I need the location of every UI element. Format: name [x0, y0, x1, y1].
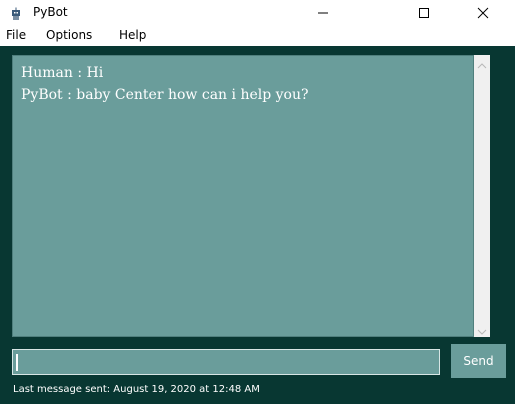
menu-file[interactable]: File — [6, 28, 26, 42]
menu-options[interactable]: Options — [46, 28, 92, 42]
chevron-up-icon — [477, 54, 487, 73]
scroll-down-button[interactable] — [474, 321, 490, 337]
menu-help[interactable]: Help — [119, 28, 146, 42]
minimize-icon — [317, 4, 329, 23]
chat-scrollbar[interactable] — [474, 55, 490, 337]
status-text: Last message sent: August 19, 2020 at 12… — [13, 384, 260, 395]
maximize-icon — [418, 4, 430, 23]
robot-icon — [9, 6, 23, 20]
close-button[interactable] — [460, 0, 506, 27]
chat-message-human: Human : Hi — [21, 65, 104, 81]
message-input[interactable] — [12, 349, 440, 375]
chat-log[interactable]: Human : Hi PyBot : baby Center how can i… — [12, 55, 474, 337]
close-icon — [477, 4, 489, 23]
minimize-button[interactable] — [300, 0, 346, 27]
scroll-up-button[interactable] — [474, 55, 490, 71]
send-button[interactable]: Send — [451, 344, 506, 378]
title-bar[interactable]: PyBot — [0, 0, 515, 27]
window-title: PyBot — [33, 5, 68, 19]
maximize-button[interactable] — [401, 0, 447, 27]
chat-message-bot: PyBot : baby Center how can i help you? — [21, 87, 309, 103]
text-cursor — [16, 354, 18, 371]
chat-window-body: Human : Hi PyBot : baby Center how can i… — [0, 46, 515, 404]
chevron-down-icon — [477, 320, 487, 339]
menu-bar: File Options Help — [0, 27, 515, 46]
